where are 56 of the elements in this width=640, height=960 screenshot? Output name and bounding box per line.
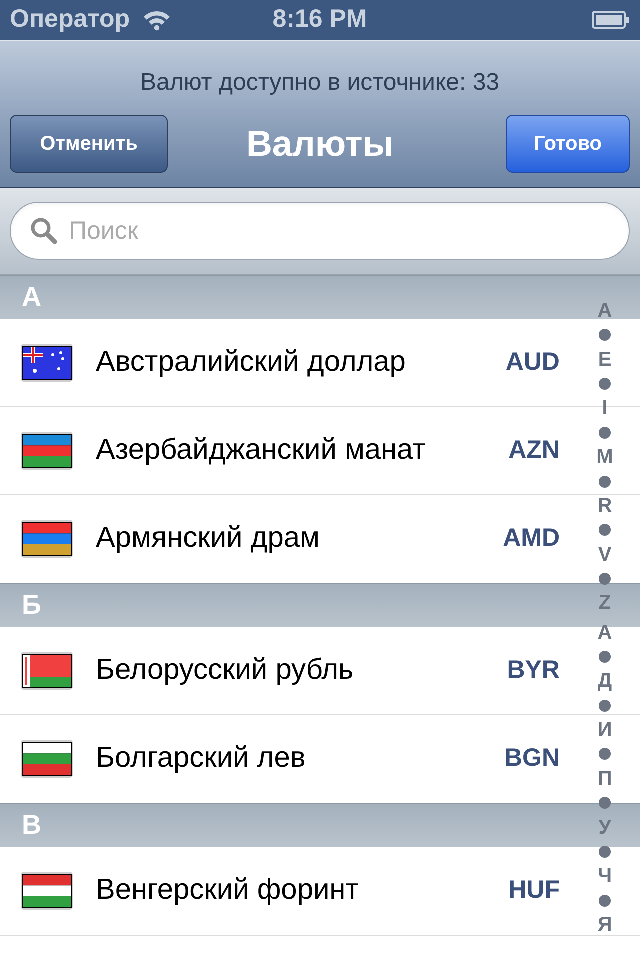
- flag-icon: [20, 739, 74, 779]
- index-letter[interactable]: M: [596, 446, 614, 468]
- index-letter[interactable]: A: [598, 300, 612, 322]
- section-letter: А: [22, 281, 42, 314]
- currency-code: BGN: [504, 743, 560, 774]
- index-dot-icon: [599, 651, 611, 664]
- index-letter[interactable]: Ч: [598, 865, 612, 888]
- index-letter[interactable]: А: [598, 622, 612, 644]
- index-letter[interactable]: П: [598, 768, 612, 790]
- index-dot-icon: [599, 426, 611, 439]
- currency-name: Армянский драм: [96, 521, 321, 556]
- index-dot-icon: [599, 378, 611, 390]
- currency-code: BYR: [507, 654, 560, 686]
- index-dot-icon: [599, 797, 611, 810]
- flag-icon: [20, 342, 74, 382]
- flag-icon: [20, 430, 74, 470]
- index-dot-icon: [599, 846, 611, 858]
- currency-name: Азербайджанский манат: [96, 432, 427, 468]
- index-letter[interactable]: I: [602, 397, 608, 420]
- currency-code: HUF: [508, 875, 560, 906]
- index-letter[interactable]: V: [598, 544, 612, 566]
- header-subtitle: Валют доступно в источнике: 33: [140, 68, 500, 98]
- wifi-icon: [142, 9, 172, 31]
- status-time: 8:16 PM: [272, 4, 368, 36]
- index-letter[interactable]: E: [598, 348, 612, 371]
- index-dot-icon: [599, 524, 611, 536]
- flag-icon: [20, 519, 74, 559]
- flag-icon: [20, 650, 74, 690]
- section-letter: В: [22, 809, 42, 842]
- section-letter: Б: [22, 589, 42, 622]
- index-dot-icon: [599, 572, 611, 585]
- currency-name: Австралийский доллар: [96, 344, 407, 380]
- header-title: Валюты: [246, 122, 394, 166]
- currency-code: AUD: [506, 346, 560, 378]
- currency-name: Венгерский форинт: [96, 873, 360, 908]
- search-field[interactable]: Поиск: [10, 202, 630, 260]
- search-icon: [30, 217, 58, 245]
- flag-icon: [20, 871, 74, 911]
- cancel-button[interactable]: Отменить: [10, 115, 168, 173]
- index-letter[interactable]: У: [598, 816, 612, 839]
- index-dot-icon: [599, 329, 611, 342]
- index-dot-icon: [599, 748, 611, 760]
- done-button[interactable]: Готово: [506, 115, 630, 173]
- currency-name: Болгарский лев: [96, 741, 307, 776]
- index-dot-icon: [599, 700, 611, 712]
- currency-code: AZN: [508, 434, 560, 466]
- index-dot-icon: [599, 894, 611, 907]
- battery-icon: [592, 11, 630, 29]
- index-dot-icon: [599, 476, 611, 488]
- index-letter[interactable]: И: [598, 719, 612, 742]
- currency-code: AMD: [503, 523, 560, 554]
- currency-name: Белорусский рубль: [96, 652, 355, 688]
- index-letter[interactable]: Д: [598, 670, 612, 692]
- index-letter[interactable]: R: [598, 494, 612, 517]
- carrier-name: Оператор: [10, 4, 130, 36]
- index-letter[interactable]: Я: [598, 914, 612, 936]
